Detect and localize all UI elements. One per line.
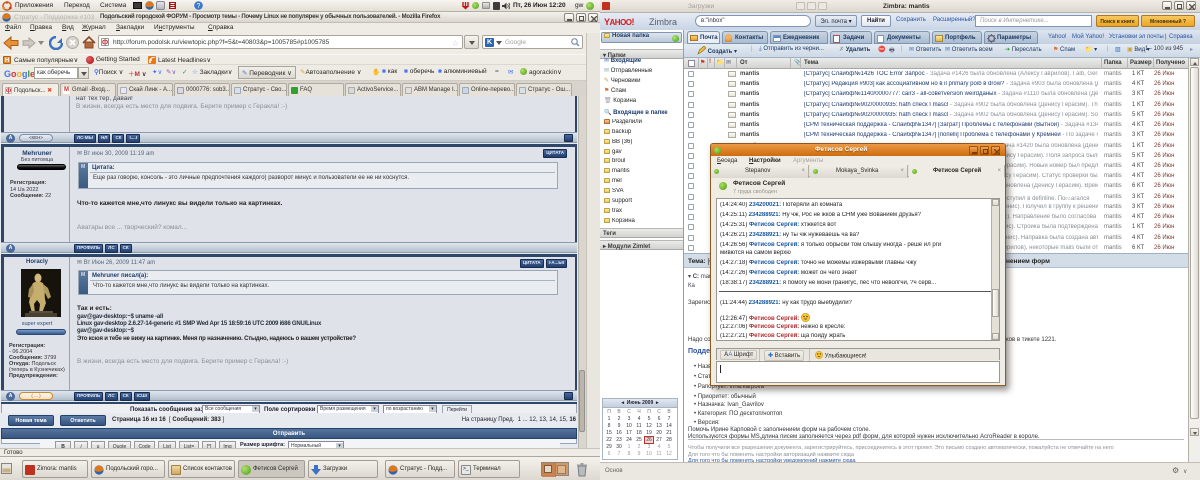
svg-text:?: ?	[197, 3, 201, 10]
